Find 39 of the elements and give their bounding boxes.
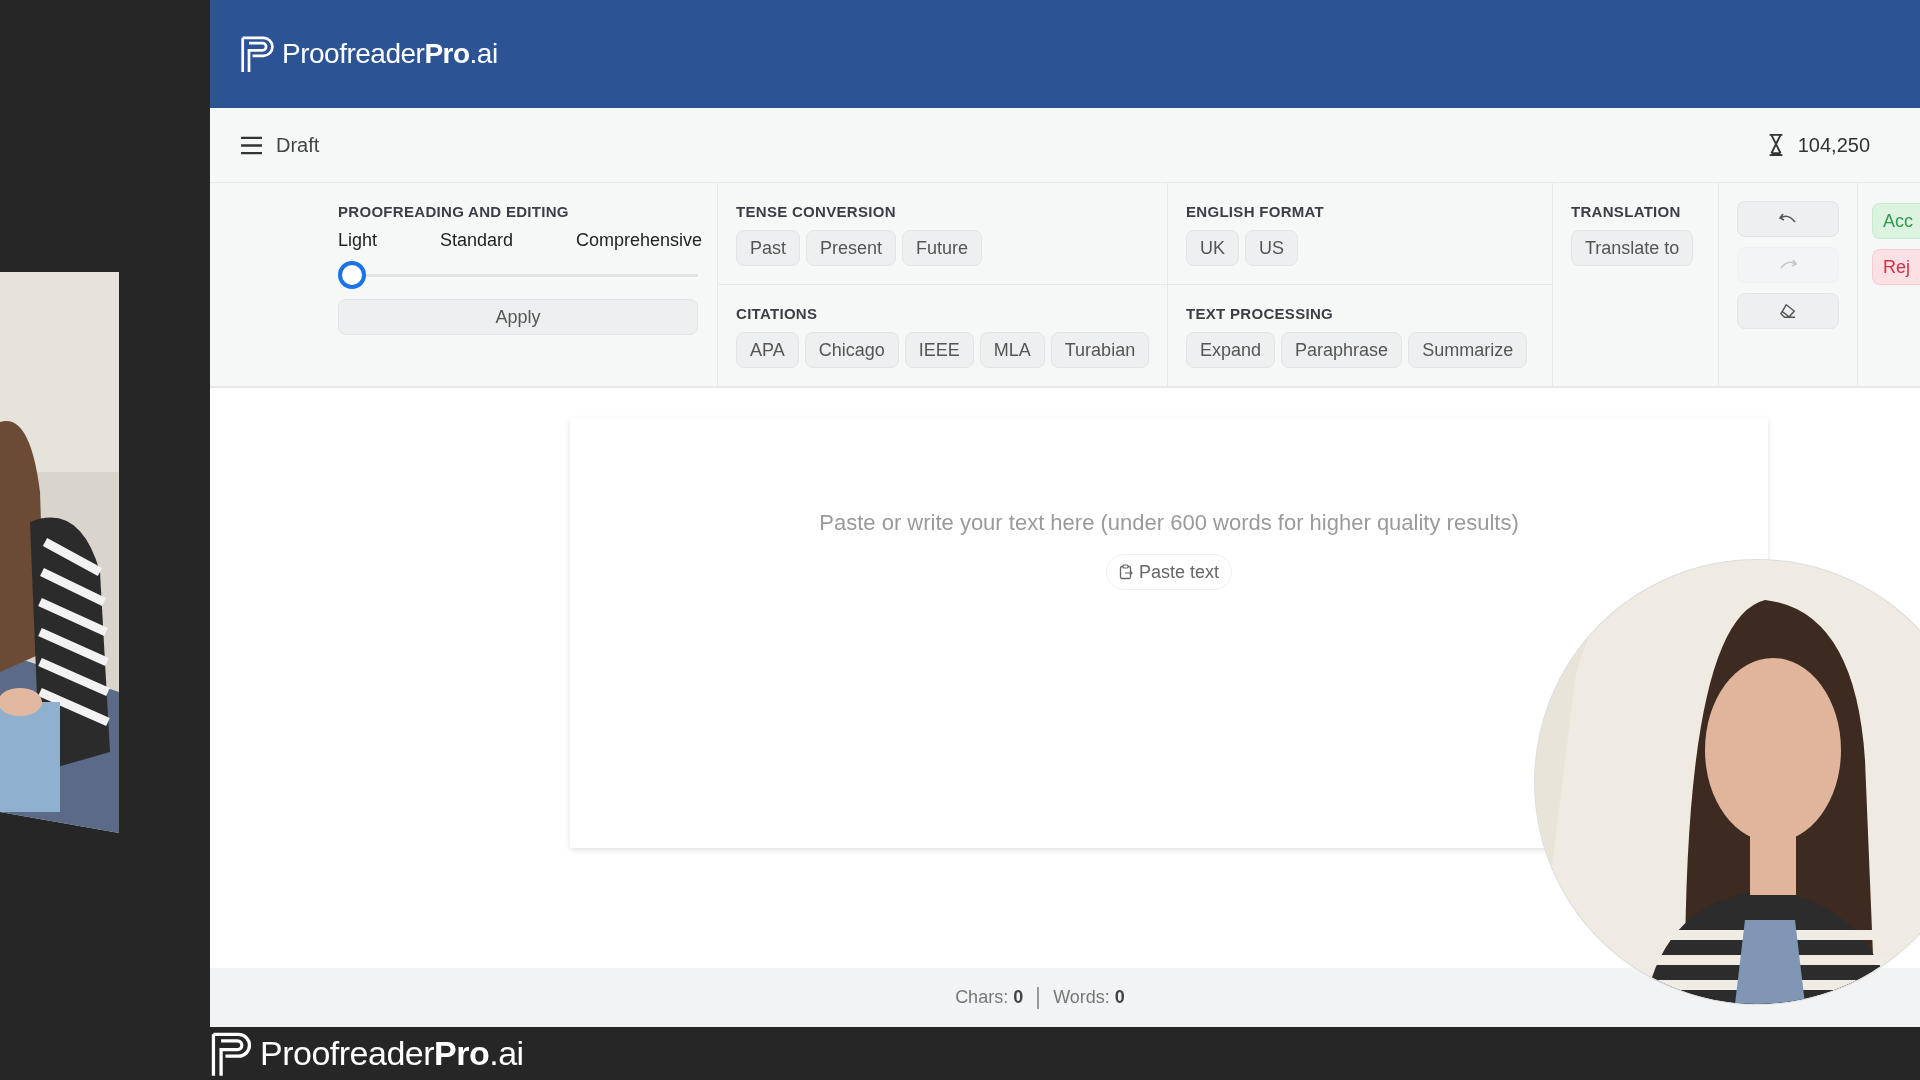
paste-button[interactable]: Paste text: [1105, 554, 1232, 590]
section-title: TENSE CONVERSION: [736, 203, 897, 220]
eraser-icon: [1778, 303, 1798, 319]
citation-chip[interactable]: MLA: [979, 332, 1045, 368]
tense-chip[interactable]: Present: [806, 230, 897, 266]
document-title: Draft: [276, 133, 320, 157]
editor-placeholder: Paste or write your text here (under 600 words for higher quality results): [819, 510, 1519, 536]
section-title: TEXT PROCESSING: [1186, 305, 1335, 322]
citation-chip[interactable]: APA: [736, 332, 799, 368]
level-label: Comprehensive: [575, 230, 702, 251]
translate-button[interactable]: Translate to: [1571, 230, 1694, 266]
processing-chip[interactable]: Paraphrase: [1281, 332, 1403, 368]
processing-chip[interactable]: Summarize: [1408, 332, 1528, 368]
apply-button[interactable]: Apply: [338, 299, 698, 335]
section-title: PROOFREADING AND EDITING: [338, 203, 570, 220]
word-count: Words: 0: [1053, 987, 1125, 1008]
format-chip[interactable]: UK: [1186, 230, 1239, 266]
level-label: Light: [338, 230, 378, 251]
slider-thumb[interactable]: [338, 261, 366, 289]
reject-button[interactable]: Rej: [1872, 249, 1920, 285]
citation-chip[interactable]: IEEE: [904, 332, 974, 368]
citation-chip[interactable]: Chicago: [804, 332, 899, 368]
citation-chip[interactable]: Turabian: [1050, 332, 1150, 368]
credit-count: 104,250: [1797, 133, 1870, 157]
processing-chip[interactable]: Expand: [1186, 332, 1276, 368]
section-title: CITATIONS: [736, 305, 819, 322]
section-title: TRANSLATION: [1571, 203, 1682, 220]
tense-chip[interactable]: Past: [736, 230, 801, 266]
format-chip[interactable]: US: [1245, 230, 1299, 266]
level-label: Standard: [439, 230, 513, 251]
menu-icon[interactable]: [240, 135, 263, 155]
logo-text: ProofreaderPro.ai: [260, 1034, 524, 1073]
logo-icon: [240, 33, 276, 75]
tense-chip[interactable]: Future: [902, 230, 983, 266]
hourglass-icon: [1767, 134, 1784, 156]
logo-text: ProofreaderPro.ai: [282, 38, 498, 70]
clipboard-icon: [1118, 564, 1133, 580]
section-title: ENGLISH FORMAT: [1186, 203, 1326, 220]
char-count: Chars: 0: [955, 987, 1024, 1008]
